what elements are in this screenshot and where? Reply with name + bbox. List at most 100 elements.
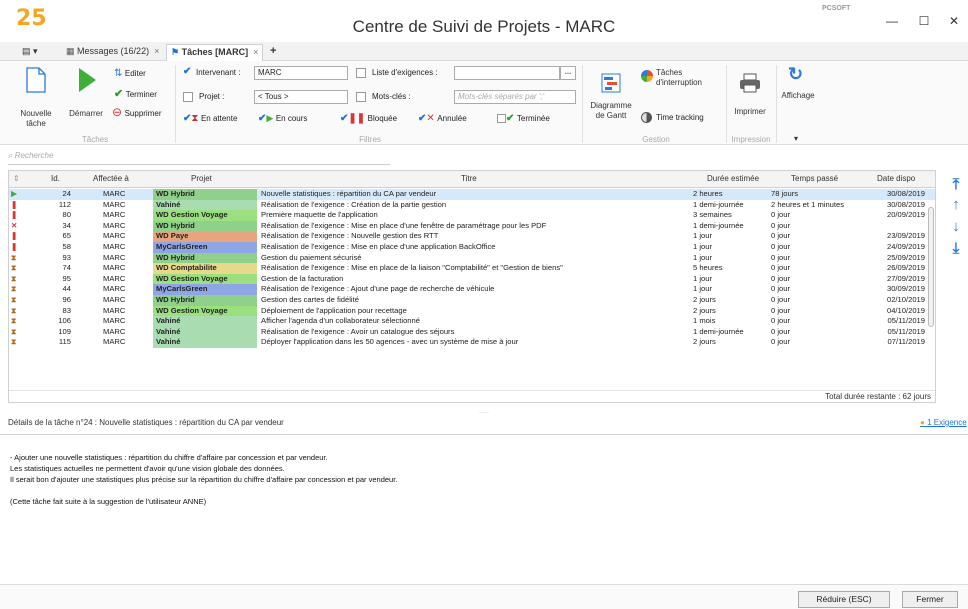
cell-date: 23/09/2019	[886, 231, 925, 241]
table-row[interactable]: ⧗ 96 MARC WD Hybrid Gestion des cartes de fi…	[9, 295, 935, 306]
table-row[interactable]: ❚ 58 MARC MyCarlsGreen Réalisation de l'exig…	[9, 242, 935, 253]
group-label-taches: Tâches	[81, 135, 109, 144]
cell-date: 30/08/2019	[886, 189, 925, 198]
blocked-icon: ❚	[11, 210, 18, 220]
cell-date: 30/08/2019	[886, 199, 925, 209]
move-bottom-button[interactable]: ⤓	[948, 240, 964, 257]
minimize-button[interactable]: —	[880, 14, 904, 30]
table-row[interactable]: ❚ 80 MARC WD Gestion Voyage Première maquett…	[9, 210, 935, 221]
cell-date: 02/10/2019	[886, 295, 925, 304]
filter-en-cours[interactable]: ✔▶ En cours	[258, 113, 307, 125]
tasks-icon: ⚑	[171, 47, 180, 57]
separator	[726, 65, 727, 143]
separator	[0, 434, 968, 435]
col-date[interactable]: Date dispo	[877, 174, 915, 183]
splitter-handle[interactable]: ·····	[0, 410, 968, 416]
tab-messages-label: Messages (16/22)	[77, 46, 150, 56]
motscles-checkbox[interactable]	[356, 92, 366, 102]
gantt-button[interactable]: Diagramme de Gantt	[586, 67, 636, 129]
col-titre[interactable]: Titre	[461, 174, 477, 183]
timetracking-button[interactable]: Time tracking	[641, 111, 721, 125]
cell-titre: Réalisation de l'exigence : Mise en plac…	[261, 263, 563, 273]
close-button[interactable]: Fermer	[902, 591, 958, 608]
delete-button[interactable]: ⊖ Supprimer	[112, 105, 161, 119]
start-button[interactable]: Démarrer	[66, 67, 106, 127]
cell-id: 34	[62, 220, 71, 230]
blocked-icon: ❚	[11, 242, 18, 251]
table-scrollbar[interactable]	[927, 189, 935, 389]
exigences-browse-button[interactable]: ...	[560, 66, 576, 80]
filter-en-attente[interactable]: ✔⧗ En attente	[183, 113, 237, 125]
print-button[interactable]: Imprimer	[730, 69, 770, 121]
table-row[interactable]: ⧗ 44 MARC MyCarlsGreen Réalisation de l'exig…	[9, 284, 935, 295]
reduce-button[interactable]: Réduire (ESC)	[798, 591, 890, 608]
table-row[interactable]: ⧗ 74 MARC WD Comptabilite Réalisation de l'e…	[9, 263, 935, 274]
intervenant-select[interactable]: MARC	[254, 66, 348, 80]
scrollbar-thumb[interactable]	[928, 207, 934, 327]
cell-projet: WD Hybrid	[153, 189, 257, 200]
projet-select[interactable]: < Tous >	[254, 90, 348, 104]
close-tab-icon[interactable]: ×	[154, 46, 159, 56]
table-row[interactable]: ❚ 65 MARC WD Paye Réalisation de l'exigence …	[9, 231, 935, 242]
cell-affectee: MARC	[103, 210, 126, 220]
finish-button[interactable]: ✔ Terminer	[114, 87, 157, 100]
col-projet[interactable]: Projet	[191, 174, 212, 183]
details-line: Les statistiques actuelles ne permettent…	[10, 464, 285, 473]
cell-date: 05/11/2019	[887, 316, 925, 326]
cell-temps: 0 jour	[771, 295, 790, 304]
interruption-button[interactable]: Tâches d'interruption	[640, 64, 722, 87]
play-icon	[79, 68, 96, 92]
tab-messages[interactable]: ▦ Messages (16/22) ×	[62, 44, 163, 61]
refresh-icon: ↻	[788, 64, 804, 84]
table-row[interactable]: ✕ 34 MARC WD Hybrid Réalisation de l'exigenc…	[9, 220, 935, 232]
new-task-button[interactable]: Nouvelle tâche	[16, 67, 56, 128]
move-up-button[interactable]: ↑	[948, 196, 964, 213]
col-temps[interactable]: Temps passé	[791, 174, 838, 183]
cell-titre: Réalisation de l'exigence : Avoir un cat…	[261, 326, 455, 336]
edit-button[interactable]: ⇅ Editer	[114, 68, 146, 80]
cell-projet: Vahiné	[153, 316, 257, 327]
table-row[interactable]: ⧗ 109 MARC Vahiné Réalisation de l'exigence …	[9, 326, 935, 338]
col-affectee[interactable]: Affectée à	[93, 174, 129, 183]
exigences-checkbox[interactable]	[356, 68, 366, 78]
table-row[interactable]: ❚ 112 MARC Vahiné Réalisation de l'exigence …	[9, 199, 935, 211]
projet-checkbox[interactable]	[183, 92, 193, 102]
new-tab-button[interactable]: +	[266, 44, 280, 61]
col-id[interactable]: Id.	[51, 174, 60, 183]
filter-bloquee[interactable]: ✔❚❚ Bloquée	[340, 113, 397, 125]
close-tab-icon[interactable]: ×	[253, 47, 258, 57]
intervenant-checkbox[interactable]: ✔	[183, 66, 191, 77]
hourglass-icon: ⧗	[11, 295, 17, 304]
display-button[interactable]: ↻ Affichage	[778, 63, 818, 103]
menu-icon[interactable]: ▤ ▾	[18, 44, 42, 61]
table-row[interactable]: ⧗ 95 MARC WD Gestion Voyage Gestion de la fa…	[9, 273, 935, 285]
maximize-button[interactable]: ☐	[912, 14, 936, 30]
filter-terminee[interactable]: ✔ Terminée	[497, 113, 550, 125]
cell-date: 25/09/2019	[886, 252, 925, 262]
cell-temps: 2 heures et 1 minutes	[771, 199, 845, 209]
motscles-input[interactable]: Mots-clés séparés par ';'	[454, 90, 576, 104]
search-bar[interactable]: ⌕ Recherche	[8, 151, 390, 165]
cell-date: 05/11/2019	[887, 326, 925, 336]
exigence-icon: ●	[920, 418, 925, 427]
messages-icon: ▦	[66, 46, 75, 56]
table-row[interactable]: ⧗ 106 MARC Vahiné Afficher l'agenda d'un col…	[9, 316, 935, 327]
cell-affectee: MARC	[103, 273, 126, 283]
total-remaining: Total durée restante : 62 jours	[9, 390, 935, 402]
table-row[interactable]: ⧗ 93 MARC WD Hybrid Gestion du paiement sécu…	[9, 252, 935, 264]
sort-icon[interactable]: ⇕	[13, 174, 20, 183]
col-duree[interactable]: Durée estimée	[707, 174, 759, 183]
table-row[interactable]: ▶ 24 MARC WD Hybrid Nouvelle statistiques : …	[9, 189, 935, 200]
table-row[interactable]: ⧗ 83 MARC WD Gestion Voyage Déploiement de l…	[9, 305, 935, 317]
move-down-button[interactable]: ↓	[948, 218, 964, 235]
exigence-link[interactable]: ● 1 Exigence	[920, 418, 967, 427]
cell-duree: 2 jours	[693, 305, 716, 315]
filter-annulee[interactable]: ✔✕ Annulée	[418, 113, 467, 125]
tab-taches[interactable]: ⚑ Tâches [MARC] ×	[166, 44, 264, 61]
close-window-button[interactable]: ✕	[942, 14, 966, 30]
cell-affectee: MARC	[103, 263, 126, 273]
move-top-button[interactable]: ⤒	[948, 176, 964, 193]
exigences-field[interactable]	[454, 66, 560, 80]
table-row[interactable]: ⧗ 115 MARC Vahiné Déployer l'application dan…	[9, 337, 935, 348]
ribbon-options-chevron-icon[interactable]: ▾	[794, 134, 798, 143]
